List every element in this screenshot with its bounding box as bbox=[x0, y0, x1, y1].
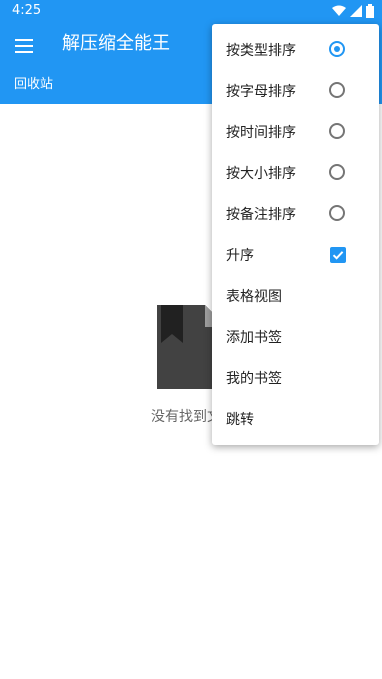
hamburger-menu-button[interactable] bbox=[10, 32, 38, 60]
menu-item-label: 按备注排序 bbox=[226, 207, 296, 223]
menu-item-my-bookmarks[interactable]: 我的书签 bbox=[212, 358, 379, 399]
menu-item-label: 添加书签 bbox=[226, 330, 282, 346]
menu-item-sort-by-time[interactable]: 按时间排序 bbox=[212, 112, 379, 153]
battery-icon bbox=[366, 4, 374, 18]
menu-item-label: 按字母排序 bbox=[226, 84, 296, 100]
menu-item-label: 升序 bbox=[226, 248, 254, 264]
radio-unchecked-icon[interactable] bbox=[329, 82, 345, 98]
checkbox-checked-icon[interactable] bbox=[330, 247, 346, 263]
hamburger-icon bbox=[15, 39, 33, 53]
wifi-icon bbox=[332, 5, 346, 16]
empty-message: 没有找到文 bbox=[151, 409, 221, 425]
overflow-menu: 按类型排序 按字母排序 按时间排序 按大小排序 按备注排序 升序 表格视图 添加… bbox=[212, 24, 379, 445]
menu-item-label: 按时间排序 bbox=[226, 125, 296, 141]
menu-item-sort-by-note[interactable]: 按备注排序 bbox=[212, 194, 379, 235]
checkmark-icon bbox=[332, 251, 344, 260]
status-icons bbox=[332, 4, 374, 18]
path-subtitle: 回收站 bbox=[14, 77, 54, 92]
radio-unchecked-icon[interactable] bbox=[329, 205, 345, 221]
menu-item-table-view[interactable]: 表格视图 bbox=[212, 276, 379, 317]
menu-item-sort-by-size[interactable]: 按大小排序 bbox=[212, 153, 379, 194]
radio-unchecked-icon[interactable] bbox=[329, 123, 345, 139]
menu-item-add-bookmark[interactable]: 添加书签 bbox=[212, 317, 379, 358]
menu-item-ascending[interactable]: 升序 bbox=[212, 235, 379, 276]
menu-item-label: 我的书签 bbox=[226, 371, 282, 387]
radio-unchecked-icon[interactable] bbox=[329, 164, 345, 180]
menu-item-label: 表格视图 bbox=[226, 289, 282, 305]
menu-item-label: 跳转 bbox=[226, 412, 254, 428]
app-title: 解压缩全能王 bbox=[62, 33, 170, 54]
menu-item-label: 按大小排序 bbox=[226, 166, 296, 182]
menu-item-label: 按类型排序 bbox=[226, 43, 296, 59]
menu-item-sort-by-letter[interactable]: 按字母排序 bbox=[212, 71, 379, 112]
radio-checked-icon[interactable] bbox=[329, 41, 345, 57]
signal-icon bbox=[350, 5, 362, 17]
menu-item-jump[interactable]: 跳转 bbox=[212, 399, 379, 440]
status-time: 4:25 bbox=[12, 3, 42, 18]
status-bar: 4:25 bbox=[0, 0, 382, 24]
menu-item-sort-by-type[interactable]: 按类型排序 bbox=[212, 30, 379, 71]
